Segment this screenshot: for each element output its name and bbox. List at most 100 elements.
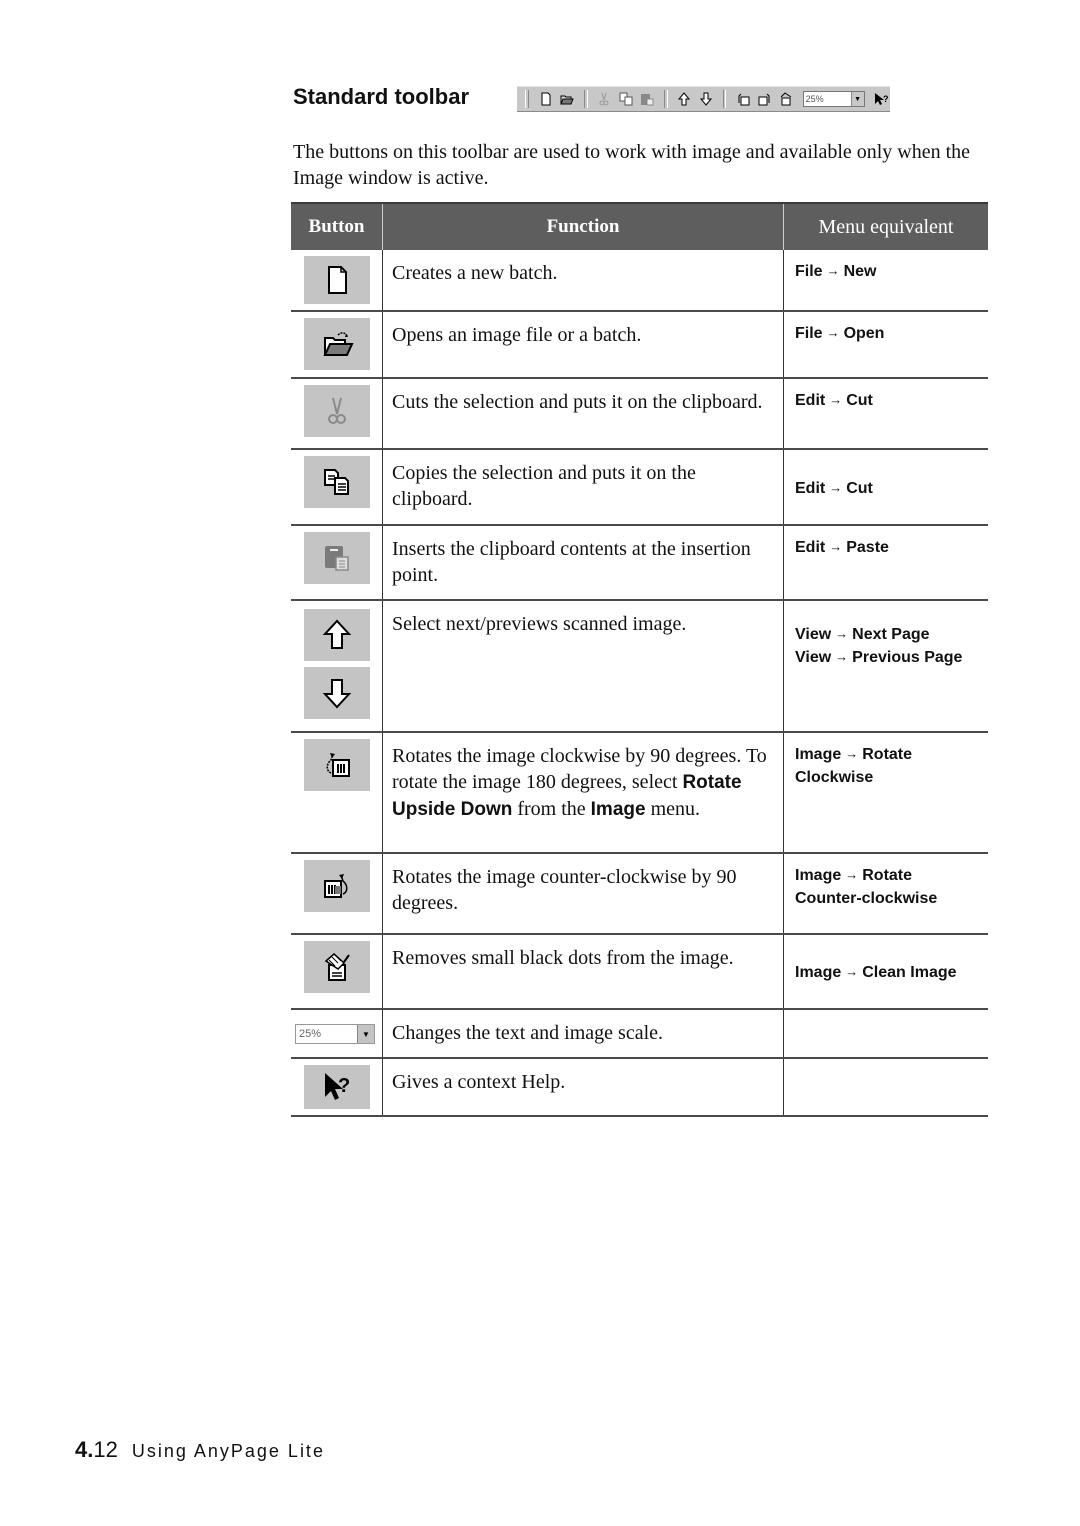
function-text: Copies the selection and puts it on the … xyxy=(382,449,784,526)
table-row: ? Gives a context Help. xyxy=(291,1058,988,1117)
toolbar-separator xyxy=(722,90,727,108)
table-row: Copies the selection and puts it on the … xyxy=(291,449,988,526)
paste-icon xyxy=(638,90,655,108)
paste-icon xyxy=(324,546,349,571)
header-menu-equivalent: Menu equivalent xyxy=(783,202,988,250)
arrow-right-icon: → xyxy=(826,325,840,340)
function-text: Removes small black dots from the image. xyxy=(382,934,784,1010)
table-row: Opens an image file or a batch. File → Ope… xyxy=(291,311,988,379)
function-text: Changes the text and image scale. xyxy=(382,1009,784,1059)
menu-equivalent: Image → Rotate Counter-clockwise xyxy=(783,853,988,935)
arrow-up-icon xyxy=(676,90,693,108)
menu-equivalent: File → New xyxy=(783,250,988,312)
section-title: Standard toolbar xyxy=(293,84,470,109)
arrow-right-icon: → xyxy=(845,867,859,882)
icon-cell: 25% ▼ xyxy=(291,1009,383,1059)
context-help-button-image: ? xyxy=(303,1065,370,1109)
rotate-clockwise-icon xyxy=(734,90,751,108)
arrow-right-icon: → xyxy=(835,649,849,664)
toolbar-zoom-value: 25% xyxy=(805,94,824,104)
page-number: 12 xyxy=(93,1437,118,1462)
svg-text:?: ? xyxy=(883,94,889,104)
menu-equivalent: File → Open xyxy=(783,311,988,379)
icon-cell xyxy=(291,600,383,733)
copy-button-image xyxy=(303,456,370,508)
icon-cell xyxy=(291,525,383,601)
table-row: Creates a new batch. File → New xyxy=(291,250,988,312)
toolbar-grip xyxy=(525,90,529,108)
svg-text:?: ? xyxy=(338,1075,350,1097)
chevron-down-icon: ▼ xyxy=(357,1025,374,1043)
menu-item: Next Page xyxy=(852,626,930,643)
rotate-counterclockwise-icon xyxy=(323,874,347,898)
menu-name: Image xyxy=(795,867,842,884)
scissors-icon xyxy=(596,90,613,108)
menu-name: File xyxy=(795,263,823,280)
function-text: Rotates the image clockwise by 90 degree… xyxy=(382,732,784,854)
zoom-combo-image: 25% ▼ xyxy=(295,1024,375,1044)
menu-name: Image xyxy=(795,964,842,981)
arrow-right-icon: → xyxy=(835,626,849,641)
context-help-icon: ? xyxy=(873,90,890,108)
rotate-clockwise-icon xyxy=(326,753,350,777)
menu-name: View xyxy=(795,626,832,643)
previous-page-button-image xyxy=(303,667,370,719)
arrow-right-icon: → xyxy=(829,539,843,554)
function-text: Rotates the image counter-clockwise by 9… xyxy=(382,853,784,935)
toolbar-separator xyxy=(663,90,668,108)
chevron-down-icon: ▼ xyxy=(850,92,864,106)
open-button-image xyxy=(303,318,370,370)
table-row: Rotates the image counter-clockwise by 9… xyxy=(291,853,988,935)
header-button: Button xyxy=(291,202,383,250)
clean-image-icon xyxy=(777,90,794,108)
menu-name: File xyxy=(795,325,823,342)
table-row: Select next/previews scanned image. View… xyxy=(291,600,988,733)
arrow-right-icon: → xyxy=(829,392,843,407)
scissors-icon xyxy=(327,397,346,424)
icon-cell xyxy=(291,732,383,854)
arrow-right-icon: → xyxy=(829,479,843,495)
page-footer: 4. 12 Using AnyPage Lite xyxy=(75,1437,325,1463)
table-header-row: Button Function Menu equivalent xyxy=(291,202,988,250)
menu-item: Previous Page xyxy=(852,649,963,666)
table-row: Cuts the selection and puts it on the cl… xyxy=(291,378,988,450)
menu-name: View xyxy=(795,649,832,666)
menu-equivalent: Edit → Paste xyxy=(783,525,988,601)
table-row: Removes small black dots from the image.… xyxy=(291,934,988,1010)
menu-equivalent: Image → Rotate Clockwise xyxy=(783,732,988,854)
arrow-up-icon xyxy=(322,619,351,649)
function-text: Select next/previews scanned image. xyxy=(382,600,784,733)
function-text: Opens an image file or a batch. xyxy=(382,311,784,379)
table-row: Inserts the clipboard contents at the in… xyxy=(291,525,988,601)
new-document-icon xyxy=(327,266,347,294)
menu-item: Cut xyxy=(846,392,873,409)
menu-name-image: Image xyxy=(590,799,646,820)
icon-cell xyxy=(291,934,383,1010)
rotate-counterclockwise-button-image xyxy=(303,860,370,912)
arrow-down-icon xyxy=(322,679,351,709)
header-function: Function xyxy=(382,202,784,250)
menu-equivalent: Edit → Cut xyxy=(783,449,988,526)
function-text: Inserts the clipboard contents at the in… xyxy=(382,525,784,601)
table-row: 25% ▼ Changes the text and image scale. xyxy=(291,1009,988,1059)
menu-name: Image xyxy=(795,746,842,763)
menu-equivalent: Image → Clean Image xyxy=(783,934,988,1010)
menu-equivalent: View → Next Page View → Previous Page xyxy=(783,600,988,733)
new-document-icon xyxy=(537,90,554,108)
menu-item: Cut xyxy=(846,479,873,497)
chapter-number: 4. xyxy=(75,1437,94,1462)
section-heading-row: Standard toolbar xyxy=(293,84,469,110)
arrow-down-icon xyxy=(697,90,714,108)
icon-cell xyxy=(291,250,383,312)
menu-equivalent-empty xyxy=(783,1009,988,1059)
menu-item: Paste xyxy=(846,539,889,556)
paste-button-image xyxy=(303,532,370,584)
rotate-clockwise-button-image xyxy=(303,739,370,791)
toolbar-zoom-combo: 25% ▼ xyxy=(802,91,865,107)
standard-toolbar-image: 25% ▼ ? xyxy=(517,86,890,112)
next-page-button-image xyxy=(303,609,370,661)
function-text: Gives a context Help. xyxy=(382,1058,784,1117)
clean-image-button-image xyxy=(303,941,370,993)
arrow-right-icon: → xyxy=(826,263,840,278)
function-text: Cuts the selection and puts it on the cl… xyxy=(382,378,784,450)
